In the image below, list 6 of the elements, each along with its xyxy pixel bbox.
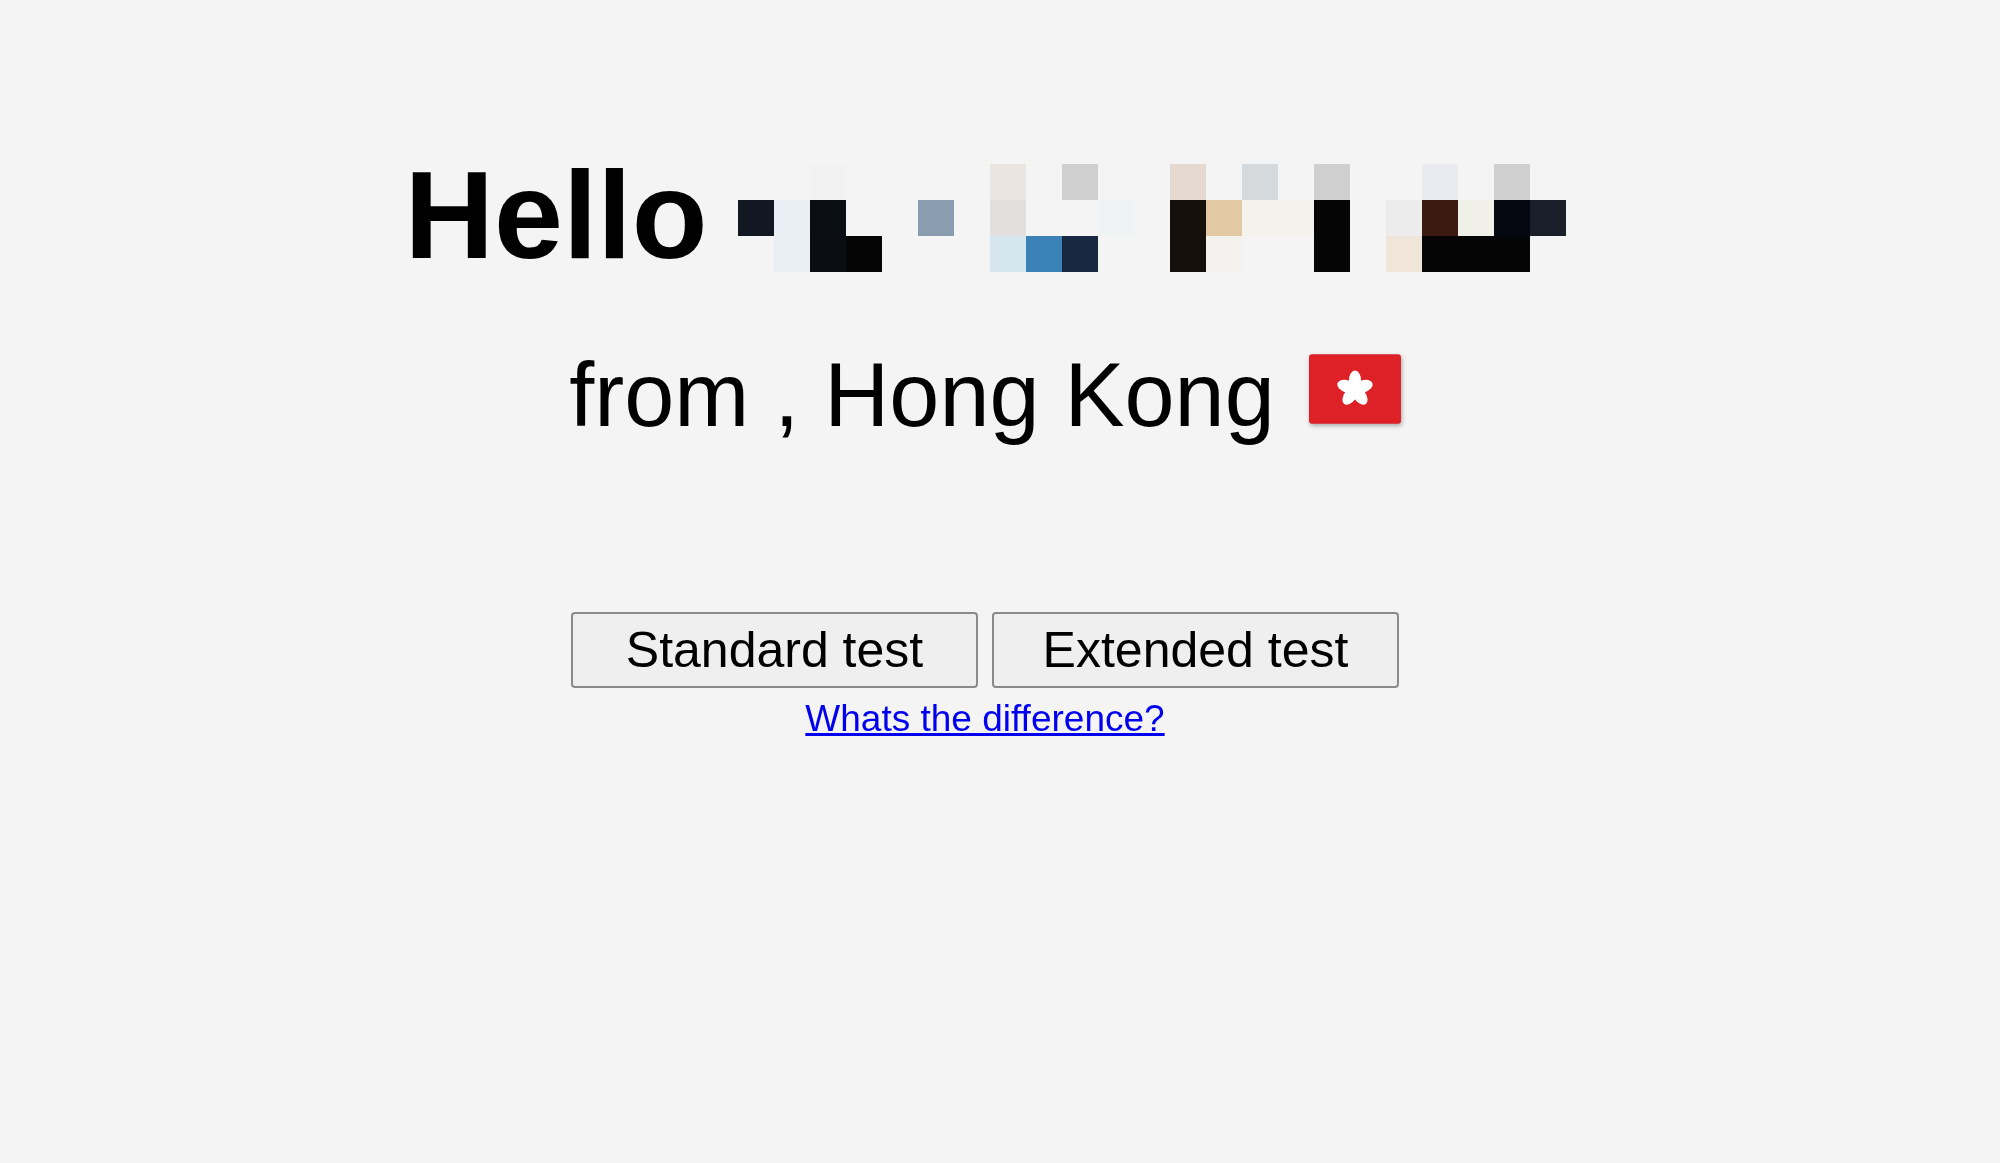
greeting-heading: Hello <box>404 150 708 280</box>
difference-link[interactable]: Whats the difference? <box>805 698 1165 740</box>
test-button[interactable]: Standard test <box>571 612 978 688</box>
location-text: from , Hong Kong <box>569 344 1275 447</box>
test-button[interactable]: Extended test <box>992 612 1399 688</box>
flag-icon <box>1308 354 1401 424</box>
